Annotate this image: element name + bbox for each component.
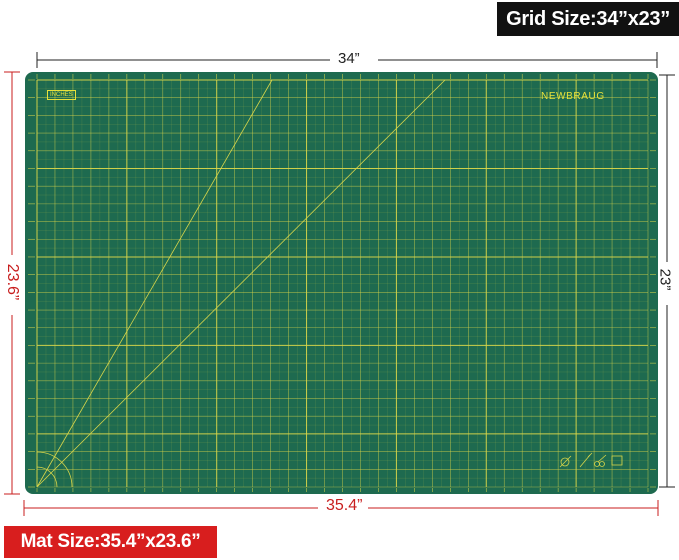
- mat-height-label: 23.6”: [4, 263, 22, 301]
- unit-tag: INCHES: [47, 90, 76, 100]
- mat-size-badge: Mat Size:35.4”x23.6”: [4, 526, 217, 558]
- mat-width-label: 35.4”: [326, 497, 363, 514]
- brand-logo: NEWBRAUG: [541, 91, 605, 102]
- grid-size-badge: Grid Size:34”x23”: [497, 2, 679, 36]
- grid-width-label: 34”: [338, 50, 360, 67]
- grid-height-label: 23”: [656, 268, 674, 291]
- cutting-mat-illustration: [4, 52, 675, 516]
- mat-surface: [25, 72, 658, 494]
